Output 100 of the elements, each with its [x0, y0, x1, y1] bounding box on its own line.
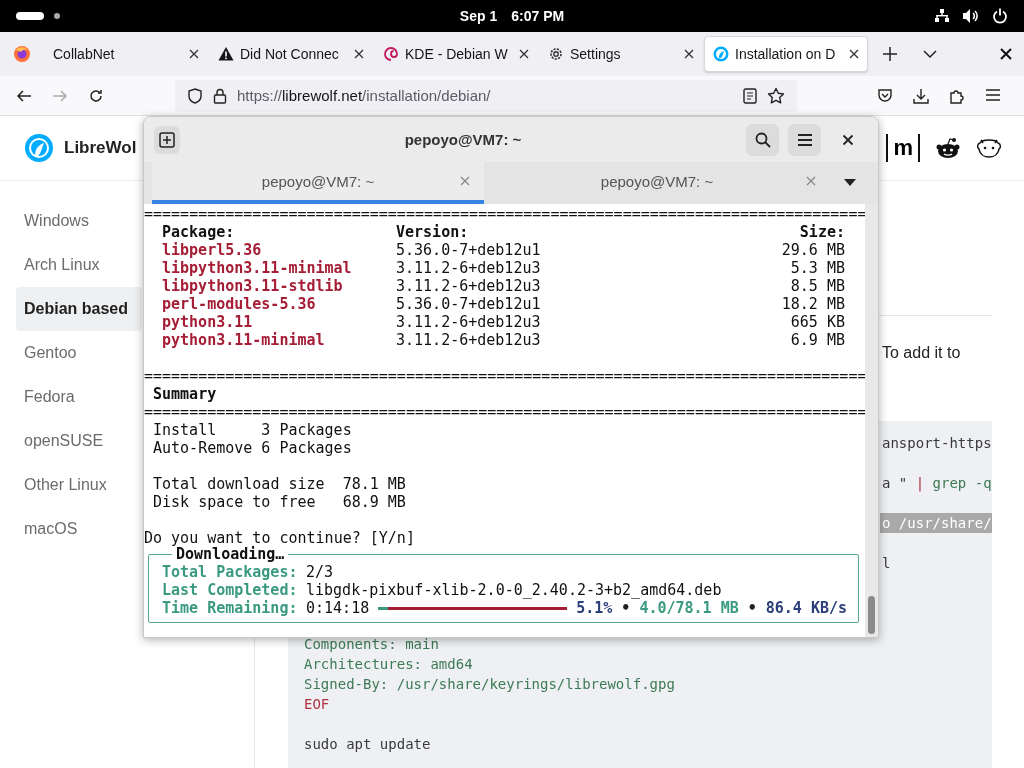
column-header: Size:: [799, 223, 845, 241]
sidebar-item[interactable]: Gentoo: [16, 331, 142, 375]
activities-icon[interactable]: [16, 12, 44, 20]
code-line: sudo apt update: [304, 735, 432, 754]
close-icon[interactable]: [189, 49, 199, 59]
chevron-down-icon[interactable]: [923, 47, 937, 61]
field-label: Total Packages:: [162, 563, 299, 581]
browser-tab[interactable]: Settings: [539, 36, 703, 72]
alien-head-icon[interactable]: [936, 137, 960, 159]
table-cell-text: 5.36.0-7+deb12u1: [396, 295, 542, 313]
workspace-icon[interactable]: [54, 13, 60, 19]
terminal-tab[interactable]: pepoyo@VM7: ~: [152, 162, 484, 204]
table-cell: 8.5 MB: [790, 277, 845, 295]
field-label: Time Remaining:: [162, 599, 299, 617]
volume-icon[interactable]: [962, 8, 980, 24]
close-icon[interactable]: [849, 49, 859, 59]
search-icon: [754, 131, 771, 148]
paragraph-text: To add it to: [881, 344, 962, 362]
window-title: pepoyo@VM7: ~: [403, 131, 523, 148]
table-cell-text: 3.11.2-6+deb12u3: [396, 313, 542, 331]
sidebar-item[interactable]: Debian based: [16, 287, 142, 331]
power-icon[interactable]: [992, 8, 1008, 24]
address-bar[interactable]: https://librewolf.net/installation/debian/: [175, 79, 797, 112]
browser-tab[interactable]: Did Not Connec: [209, 36, 373, 72]
separator-line: ================================================================================: [144, 367, 865, 385]
star-icon[interactable]: [767, 86, 785, 105]
lock-icon[interactable]: [213, 87, 227, 104]
code-line: l: [881, 554, 892, 573]
table-cell: 18.2 MB: [781, 295, 845, 313]
sidebar-item[interactable]: Windows: [16, 199, 142, 243]
chat-logo[interactable]: m: [886, 134, 920, 162]
code-line: Components: main: [304, 635, 440, 654]
close-icon[interactable]: [684, 49, 694, 59]
browser-tab[interactable]: CollabNet: [44, 36, 208, 72]
prompt-line: Do you want to continue? [Y/n]: [144, 529, 415, 547]
panel-title: Downloading…: [176, 545, 286, 563]
table-cell-text: libperl5.36: [162, 241, 263, 259]
field-value: libgdk-pixbuf-xlib-2.0-0_2.40.2-3+b2_amd64.deb: [306, 581, 722, 599]
reload-icon[interactable]: [88, 87, 104, 104]
separator-dot: •: [621, 599, 631, 617]
tab-title: Did Not Connec: [240, 46, 339, 62]
table-cell: 5.3 MB: [790, 259, 845, 277]
menu-button[interactable]: [788, 123, 821, 156]
tab-title: CollabNet: [53, 46, 115, 62]
progress-stat: 86.4 KB/s: [765, 599, 848, 617]
browser-tab[interactable]: KDE - Debian W: [374, 36, 538, 72]
browser-tab[interactable]: Installation on D: [704, 36, 868, 72]
network-icon[interactable]: [934, 8, 950, 24]
dropdown-icon[interactable]: [844, 179, 856, 187]
extensions-icon[interactable]: [949, 87, 965, 104]
pocket-icon[interactable]: [877, 87, 893, 104]
menu-icon[interactable]: [985, 87, 1001, 102]
new-tab-icon[interactable]: [883, 47, 897, 61]
output-line: Install 3 Packages: [153, 421, 352, 439]
tab-title: KDE - Debian W: [405, 46, 508, 62]
field-label: Last Completed:: [162, 581, 299, 599]
code-line: Architectures: amd64: [304, 655, 474, 674]
settings-icon: [548, 46, 564, 62]
table-cell: 6.9 MB: [790, 331, 845, 349]
code-line: Signed-By: /usr/share/keyrings/librewolf.gpg: [304, 675, 676, 694]
column-header: Package:: [162, 223, 236, 241]
progress-stat: 5.1%: [576, 599, 613, 617]
shield-icon[interactable]: [187, 87, 203, 104]
table-cell-text: 3.11.2-6+deb12u3: [396, 277, 542, 295]
search-button[interactable]: [746, 123, 779, 156]
download-icon[interactable]: [913, 87, 929, 104]
sidebar-item[interactable]: macOS: [16, 507, 142, 551]
table-cell-text: python3.11: [162, 313, 254, 331]
close-icon[interactable]: [1000, 48, 1012, 60]
table-cell-text: 5.36.0-7+deb12u1: [396, 241, 542, 259]
animal-head-icon[interactable]: [976, 137, 1002, 159]
table-cell-text: perl-modules-5.36: [162, 295, 317, 313]
field-value: 2/3: [306, 563, 334, 581]
site-name[interactable]: LibreWol: [64, 138, 137, 158]
table-cell-text: 3.11.2-6+deb12u3: [396, 331, 542, 349]
sidebar-item[interactable]: Fedora: [16, 375, 142, 419]
output-line: Auto-Remove 6 Packages: [153, 439, 352, 457]
terminal-tab[interactable]: pepoyo@VM7: ~: [484, 162, 830, 204]
table-cell: 665 KB: [790, 313, 845, 331]
back-icon[interactable]: [16, 87, 32, 104]
librewolf-icon: [713, 46, 729, 62]
scrollbar-thumb[interactable]: [868, 596, 875, 634]
close-icon[interactable]: [519, 49, 529, 59]
new-tab-button[interactable]: [154, 125, 180, 154]
reader-view-icon[interactable]: [743, 87, 757, 104]
close-icon[interactable]: [354, 49, 364, 59]
tab-title: Settings: [570, 46, 621, 62]
table-cell: 29.6 MB: [781, 241, 845, 259]
code-line: a " | grep -q: [881, 474, 992, 493]
separator-line: ================================================================================: [144, 403, 865, 421]
output-line: Disk space to free 68.9 MB: [153, 493, 406, 511]
time-label[interactable]: 6:07 PM: [511, 8, 565, 24]
sidebar-item[interactable]: Other Linux: [16, 463, 142, 507]
browser-logo-icon[interactable]: [13, 45, 31, 63]
table-cell-text: 3.11.2-6+deb12u3: [396, 259, 542, 277]
sidebar-item[interactable]: openSUSE: [16, 419, 142, 463]
warning-icon: [218, 46, 234, 62]
sidebar-item[interactable]: Arch Linux: [16, 243, 142, 287]
close-icon[interactable]: [842, 133, 854, 146]
date-label[interactable]: Sep 1: [459, 8, 498, 24]
